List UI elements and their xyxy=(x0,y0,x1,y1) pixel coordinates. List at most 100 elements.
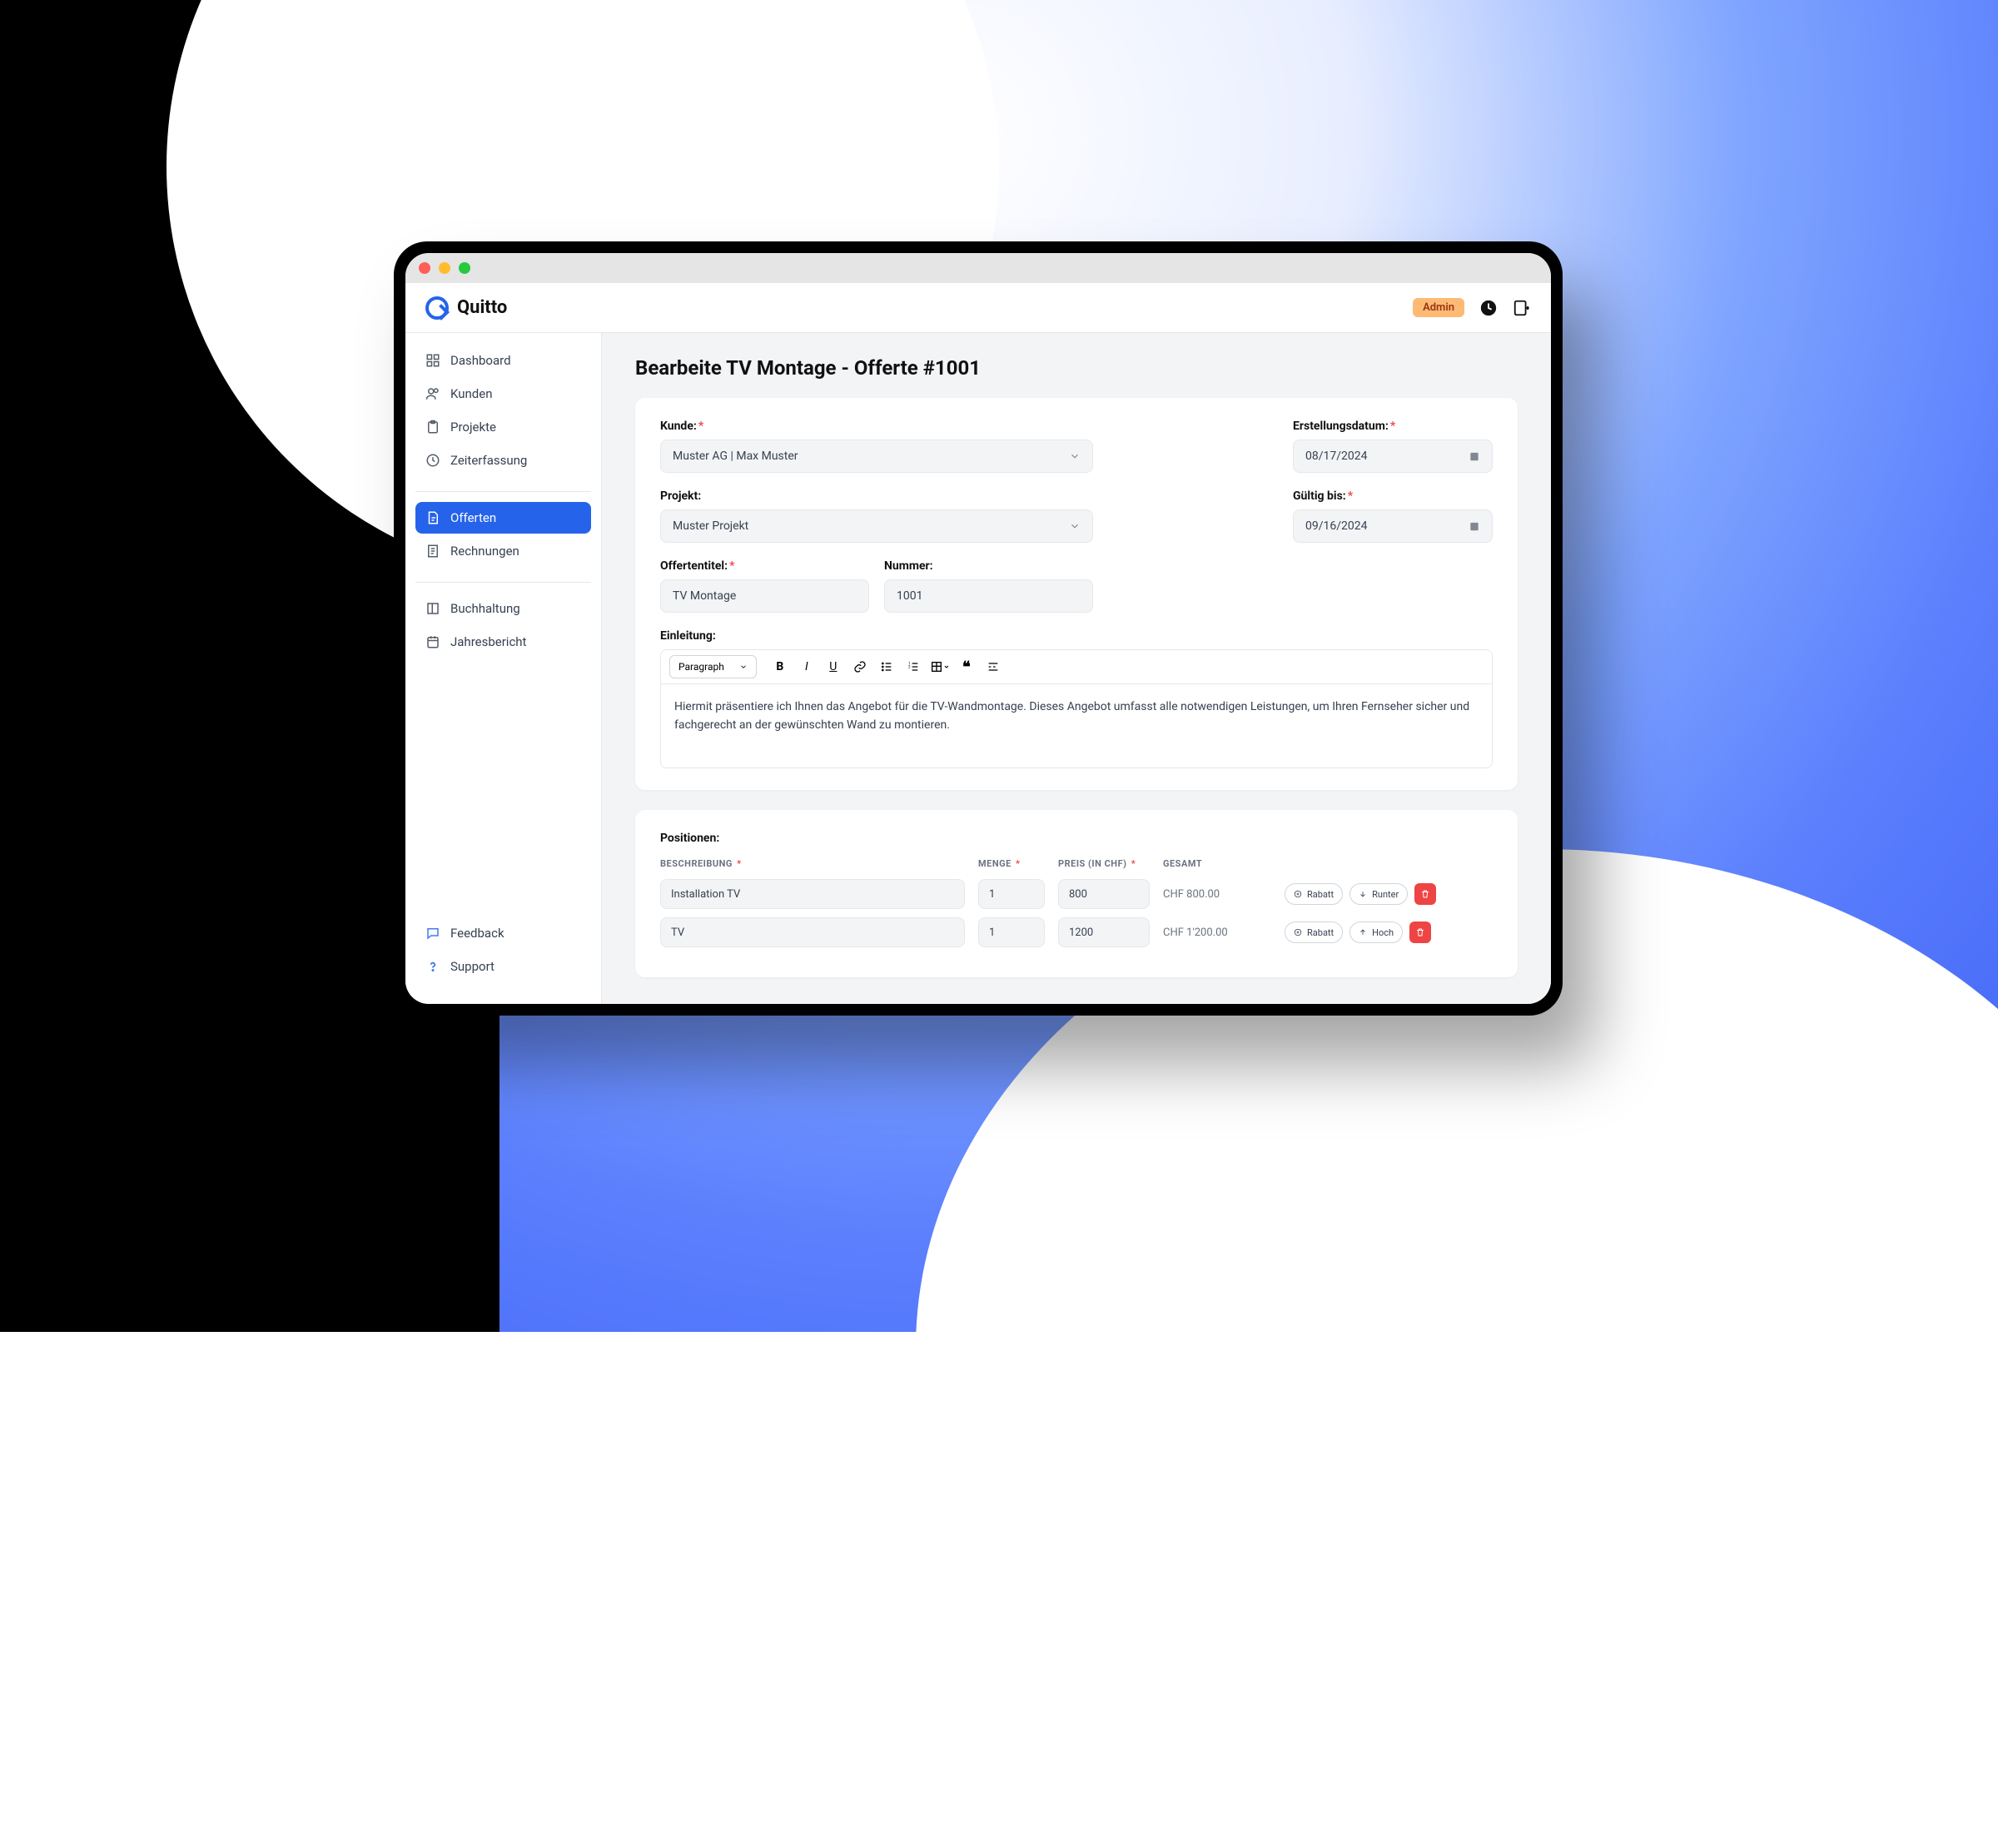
chevron-down-icon xyxy=(1069,450,1081,462)
move-button[interactable]: Hoch xyxy=(1349,922,1403,943)
sidebar-divider xyxy=(415,582,591,583)
document-edit-icon xyxy=(425,510,440,525)
users-icon xyxy=(425,386,440,401)
field-erstellungsdatum: Erstellungsdatum:* 08/17/2024 xyxy=(1293,420,1493,473)
sidebar-item-label: Offerten xyxy=(450,510,496,525)
field-gueltig-bis: Gültig bis:* 09/16/2024 xyxy=(1293,489,1493,543)
field-kunde: Kunde:* Muster AG | Max Muster xyxy=(660,420,1093,473)
nummer-input[interactable]: 1001 xyxy=(884,579,1093,613)
chevron-down-icon xyxy=(1069,520,1081,532)
rabatt-button[interactable]: Rabatt xyxy=(1285,883,1343,905)
sidebar-item-label: Projekte xyxy=(450,420,496,435)
table-icon xyxy=(930,660,943,673)
arrow-down-icon xyxy=(1359,890,1367,898)
sidebar-item-support[interactable]: Support xyxy=(415,951,591,982)
sidebar-item-label: Feedback xyxy=(450,926,504,941)
sidebar-item-zeiterfassung[interactable]: Zeiterfassung xyxy=(415,445,591,476)
sidebar-item-kunden[interactable]: Kunden xyxy=(415,378,591,410)
beschreibung-input[interactable]: TV xyxy=(660,917,965,947)
sidebar-item-rechnungen[interactable]: Rechnungen xyxy=(415,535,591,567)
logout-icon[interactable] xyxy=(1513,299,1531,317)
delete-button[interactable] xyxy=(1409,922,1431,943)
numbered-list-icon: 12 xyxy=(907,660,920,673)
sidebar-item-label: Buchhaltung xyxy=(450,601,520,616)
position-row: TV 1 1200 CHF 1'200.00 Rabatt Hoch xyxy=(660,917,1493,947)
underline-button[interactable]: U xyxy=(822,655,845,678)
gesamt-value: CHF 1'200.00 xyxy=(1163,926,1271,939)
calendar-icon xyxy=(425,634,440,649)
plus-circle-icon xyxy=(1294,928,1302,936)
trash-icon xyxy=(1415,927,1425,937)
calendar-icon xyxy=(1469,520,1480,532)
sidebar-item-offerten[interactable]: Offerten xyxy=(415,502,591,534)
field-einleitung: Einleitung: Paragraph B I U xyxy=(660,629,1493,768)
rabatt-button[interactable]: Rabatt xyxy=(1285,922,1343,943)
preis-input[interactable]: 800 xyxy=(1058,879,1150,909)
brand[interactable]: Quitto xyxy=(425,296,507,320)
window-maximize-dot[interactable] xyxy=(459,262,470,274)
sidebar-item-buchhaltung[interactable]: Buchhaltung xyxy=(415,593,591,624)
brand-logo-icon xyxy=(425,296,449,320)
table-button[interactable] xyxy=(928,655,952,678)
editor-content[interactable]: Hiermit präsentiere ich Ihnen das Angebo… xyxy=(661,684,1492,768)
offertentitel-input[interactable]: TV Montage xyxy=(660,579,869,613)
grid-icon xyxy=(425,353,440,368)
sidebar-item-label: Rechnungen xyxy=(450,544,519,559)
link-icon xyxy=(853,660,867,673)
projekt-select[interactable]: Muster Projekt xyxy=(660,509,1093,543)
book-icon xyxy=(425,601,440,616)
sidebar-item-label: Zeiterfassung xyxy=(450,453,527,468)
form-card: Kunde:* Muster AG | Max Muster Projekt: … xyxy=(635,398,1518,790)
field-projekt: Projekt: Muster Projekt xyxy=(660,489,1093,543)
divider-button[interactable] xyxy=(982,655,1005,678)
sidebar-item-label: Dashboard xyxy=(450,353,511,368)
field-offertentitel: Offertentitel:* TV Montage xyxy=(660,559,869,613)
clock-icon xyxy=(425,453,440,468)
sidebar-item-projekte[interactable]: Projekte xyxy=(415,411,591,443)
beschreibung-input[interactable]: Installation TV xyxy=(660,879,965,909)
receipt-icon xyxy=(425,544,440,559)
bold-button[interactable]: B xyxy=(768,655,792,678)
help-icon xyxy=(425,959,440,974)
sidebar-item-dashboard[interactable]: Dashboard xyxy=(415,345,591,376)
clock-icon[interactable] xyxy=(1479,299,1498,317)
move-button[interactable]: Runter xyxy=(1349,883,1408,905)
gueltig-bis-input[interactable]: 09/16/2024 xyxy=(1293,509,1493,543)
sidebar-item-label: Jahresbericht xyxy=(450,634,526,649)
sidebar-item-label: Support xyxy=(450,959,495,974)
page-title: Bearbeite TV Montage - Offerte #1001 xyxy=(635,356,1518,380)
menge-input[interactable]: 1 xyxy=(978,879,1045,909)
sidebar: Dashboard Kunden Projekte Zeiterfassung xyxy=(405,333,602,1004)
plus-circle-icon xyxy=(1294,890,1302,898)
block-type-select[interactable]: Paragraph xyxy=(669,655,757,678)
rich-text-editor: Paragraph B I U 12 ❝ xyxy=(660,649,1493,768)
divider-icon xyxy=(987,660,1000,673)
window-minimize-dot[interactable] xyxy=(439,262,450,274)
kunde-select[interactable]: Muster AG | Max Muster xyxy=(660,440,1093,473)
chevron-down-icon xyxy=(943,663,950,670)
window-close-dot[interactable] xyxy=(419,262,430,274)
tablet-frame: Quitto Admin Dashboard Kunden xyxy=(394,241,1563,1016)
topbar: Quitto Admin xyxy=(405,283,1551,333)
clipboard-icon xyxy=(425,420,440,435)
trash-icon xyxy=(1420,889,1430,899)
link-button[interactable] xyxy=(848,655,872,678)
position-row: Installation TV 1 800 CHF 800.00 Rabatt … xyxy=(660,879,1493,909)
positions-card: Positionen: BESCHREIBUNG * MENGE * PREIS… xyxy=(635,810,1518,977)
italic-button[interactable]: I xyxy=(795,655,818,678)
delete-button[interactable] xyxy=(1414,883,1436,905)
window-chrome xyxy=(405,253,1551,283)
sidebar-divider xyxy=(415,491,591,492)
preis-input[interactable]: 1200 xyxy=(1058,917,1150,947)
numbered-list-button[interactable]: 12 xyxy=(902,655,925,678)
sidebar-item-feedback[interactable]: Feedback xyxy=(415,917,591,949)
bullet-list-icon xyxy=(880,660,893,673)
editor-toolbar: Paragraph B I U 12 ❝ xyxy=(661,650,1492,684)
main-content: Bearbeite TV Montage - Offerte #1001 Kun… xyxy=(602,333,1551,1004)
erstellungsdatum-input[interactable]: 08/17/2024 xyxy=(1293,440,1493,473)
menge-input[interactable]: 1 xyxy=(978,917,1045,947)
sidebar-item-jahresbericht[interactable]: Jahresbericht xyxy=(415,626,591,658)
quote-button[interactable]: ❝ xyxy=(955,655,978,678)
gesamt-value: CHF 800.00 xyxy=(1163,888,1271,901)
bullet-list-button[interactable] xyxy=(875,655,898,678)
